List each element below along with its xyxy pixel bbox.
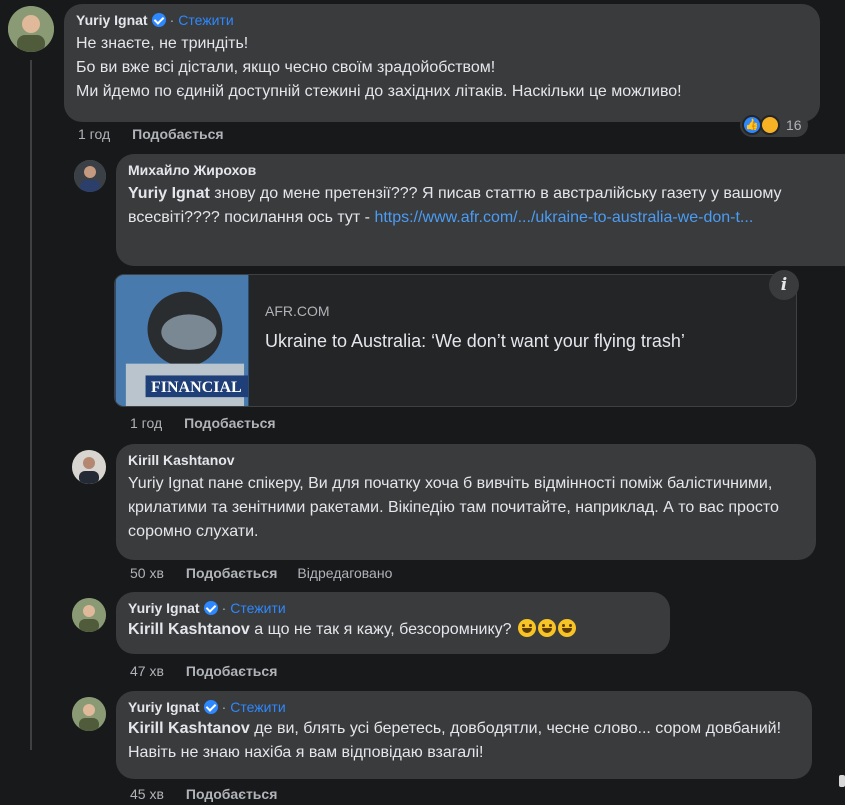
mention-link[interactable]: Kirill Kashtanov	[128, 720, 250, 737]
comment-bubble: Yuriy Ignat · Стежити Kirill Kashtanov д…	[116, 691, 812, 779]
comment-line: Ми йдемо по єдиній доступній стежині до …	[76, 83, 682, 100]
thread-line	[30, 60, 32, 750]
haha-reaction-icon	[760, 115, 780, 135]
grinning-emoji-icon	[538, 619, 556, 637]
verified-badge-icon	[203, 700, 218, 714]
card-title: Ukraine to Australia: ‘We don’t want you…	[265, 331, 685, 351]
thumbnail-caption: FINANCIAL	[151, 379, 242, 396]
comment-bubble: Yuriy Ignat · Стежити Kirill Kashtanov а…	[116, 592, 670, 654]
comment-author[interactable]: Yuriy Ignat	[76, 12, 148, 28]
comment-author[interactable]: Михайло Жирохов	[128, 162, 256, 178]
like-button[interactable]: Подобається	[186, 663, 277, 679]
follow-link[interactable]: Стежити	[230, 699, 285, 715]
like-button[interactable]: Подобається	[132, 126, 223, 142]
like-button[interactable]: Подобається	[186, 786, 277, 802]
comment-meta: 45 хв Подобається	[130, 786, 277, 802]
comment-bubble: Kirill Kashtanov Yuriy Ignat пане спікер…	[116, 444, 816, 560]
separator-dot: ·	[221, 699, 227, 715]
avatar[interactable]	[72, 450, 106, 484]
reactions-summary[interactable]: 👍 16	[740, 113, 808, 137]
grinning-emoji-icon	[558, 619, 576, 637]
comment-text: а що не так я кажу, безсоромнику?	[249, 621, 512, 638]
link-preview-card[interactable]: FINANCIAL AFR.COM Ukraine to Australia: …	[114, 274, 797, 407]
reaction-count: 16	[786, 117, 802, 133]
comment-bubble: Михайло Жирохов Yuriy Ignat знову до мен…	[116, 154, 845, 266]
like-button[interactable]: Подобається	[184, 415, 275, 431]
comment-author[interactable]: Yuriy Ignat	[128, 699, 200, 715]
mention-link[interactable]: Yuriy Ignat	[128, 475, 204, 492]
avatar[interactable]	[72, 697, 106, 731]
separator-dot: ·	[221, 600, 227, 616]
verified-badge-icon	[151, 13, 166, 27]
comment-meta: 1 год Подобається	[130, 415, 276, 431]
comment-line: Не знаєте, не триндіть!	[76, 35, 249, 52]
comment-bubble: Yuriy Ignat · Стежити Не знаєте, не трин…	[64, 4, 820, 122]
avatar[interactable]	[74, 160, 106, 192]
follow-link[interactable]: Стежити	[178, 12, 233, 28]
article-link[interactable]: https://www.afr.com/.../ukraine-to-austr…	[374, 209, 753, 226]
mention-link[interactable]: Yuriy Ignat	[128, 185, 210, 202]
avatar[interactable]	[8, 6, 54, 52]
info-icon[interactable]: i	[769, 270, 799, 300]
card-domain: AFR.COM	[265, 303, 330, 319]
edited-label[interactable]: Відредаговано	[297, 565, 392, 581]
comment-time[interactable]: 47 хв	[130, 663, 164, 679]
follow-link[interactable]: Стежити	[230, 600, 285, 616]
comment-author[interactable]: Kirill Kashtanov	[128, 452, 235, 468]
comment-line: Бо ви вже всі дістали, якщо чесно своїм …	[76, 59, 496, 76]
scrollbar-thumb[interactable]	[839, 775, 845, 787]
like-button[interactable]: Подобається	[186, 565, 277, 581]
comment-text: пане спікеру, Ви для початку хоча б вивч…	[128, 475, 779, 540]
comment-time[interactable]: 1 год	[78, 126, 110, 142]
separator-dot: ·	[169, 12, 175, 28]
comment-time[interactable]: 1 год	[130, 415, 162, 431]
comment-time[interactable]: 50 хв	[130, 565, 164, 581]
grinning-emoji-icon	[518, 619, 536, 637]
article-thumbnail: FINANCIAL	[115, 275, 249, 406]
comment-meta: 1 год Подобається	[78, 126, 224, 142]
comment-meta: 47 хв Подобається	[130, 663, 277, 679]
comment-meta: 50 хв Подобається Відредаговано	[130, 565, 392, 581]
comment-time[interactable]: 45 хв	[130, 786, 164, 802]
mention-link[interactable]: Kirill Kashtanov	[128, 621, 250, 638]
avatar[interactable]	[72, 598, 106, 632]
like-reaction-icon: 👍	[742, 115, 762, 135]
verified-badge-icon	[203, 601, 218, 615]
comment-author[interactable]: Yuriy Ignat	[128, 600, 200, 616]
